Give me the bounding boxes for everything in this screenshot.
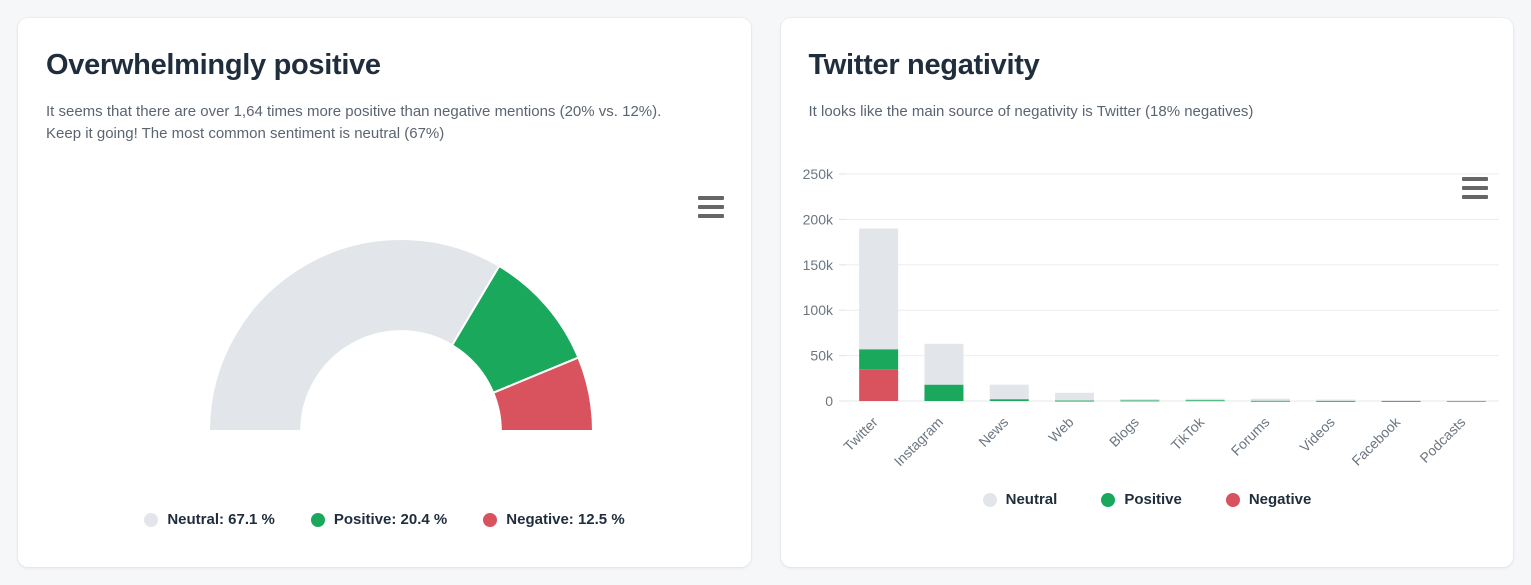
x-tick-label-tiktok: TikTok (1167, 413, 1207, 453)
sentiment-gauge-plot (18, 149, 751, 449)
x-tick-label-instagram: Instagram (890, 414, 945, 469)
legend-swatch-negative (1225, 492, 1240, 507)
y-tick-label: 50k (810, 348, 834, 364)
bar-segment-web-positive[interactable] (1054, 400, 1094, 402)
legend-label-positive: Positive (1124, 491, 1182, 508)
bar-segment-tiktok-neutral[interactable] (1185, 398, 1225, 401)
bar-segment-blogs-positive[interactable] (1119, 400, 1159, 402)
bar-segment-twitter-positive[interactable] (858, 349, 898, 370)
y-tick-label: 100k (802, 302, 833, 318)
legend-item-negative[interactable]: Negative: 12.5 % (483, 511, 625, 528)
bar-legend: Neutral Positive Negative (781, 491, 1514, 508)
gauge-slices (207, 237, 595, 432)
legend-item-positive[interactable]: Positive: 20.4 % (310, 511, 448, 528)
y-tick-label: 150k (802, 257, 833, 273)
bar-x-axis: Twitter Instagram News Web Blogs TikTok Forums… (840, 413, 1468, 469)
sentiment-gauge-card: Overwhelmingly positive It seems that th… (18, 18, 751, 567)
bar-segment-forums-positive[interactable] (1250, 400, 1290, 402)
x-tick-label-web: Web (1045, 414, 1077, 446)
bar-columns (858, 228, 1486, 402)
x-tick-label-forums: Forums (1227, 414, 1272, 459)
x-tick-label-news: News (975, 414, 1011, 450)
legend-item-negative[interactable]: Negative (1225, 491, 1312, 508)
y-tick-label: 200k (802, 211, 833, 227)
legend-label-neutral: Neutral: 67.1 % (167, 511, 275, 528)
legend-label-negative: Negative (1248, 491, 1312, 508)
dashboard-page: Overwhelmingly positive It seems that th… (0, 0, 1531, 585)
bar-segment-web-neutral[interactable] (1054, 392, 1094, 401)
left-card-description: It seems that there are over 1,64 times … (46, 103, 662, 143)
bar-segment-facebook-neutral[interactable] (1381, 400, 1421, 402)
x-tick-label-videos: Videos (1296, 414, 1337, 455)
legend-swatch-neutral (982, 492, 997, 507)
bar-segment-podcasts-neutral[interactable] (1446, 400, 1486, 402)
bar-y-axis: 0 50k 100k 150k 200k 250k (802, 166, 846, 409)
x-tick-label-facebook: Facebook (1348, 413, 1403, 468)
gauge-svg (207, 237, 595, 432)
x-tick-label-twitter: Twitter (840, 414, 881, 455)
bar-segment-twitter-neutral[interactable] (858, 228, 898, 350)
legend-swatch-neutral (144, 512, 159, 527)
gauge-slice-neutral[interactable] (207, 237, 501, 432)
legend-label-positive: Positive: 20.4 % (333, 511, 448, 528)
x-tick-label-podcasts: Podcasts (1416, 414, 1468, 466)
legend-swatch-negative (483, 512, 498, 527)
bar-segment-blogs-neutral[interactable] (1119, 399, 1159, 401)
legend-label-negative: Negative: 12.5 % (506, 511, 625, 528)
bar-segment-videos-neutral[interactable] (1315, 399, 1355, 401)
left-card-title: Overwhelmingly positive (46, 49, 381, 81)
legend-item-neutral[interactable]: Neutral (982, 491, 1058, 508)
right-card-description: It looks like the main source of negativ… (808, 103, 1254, 121)
bar-segment-news-positive[interactable] (989, 399, 1029, 401)
bar-segment-twitter-negative[interactable] (858, 369, 898, 401)
gauge-legend: Neutral: 67.1 % Positive: 20.4 % Negativ… (18, 511, 751, 528)
legend-swatch-positive (1101, 492, 1116, 507)
y-tick-label: 250k (802, 166, 833, 182)
bar-segment-instagram-neutral[interactable] (923, 343, 963, 385)
right-card-title: Twitter negativity (808, 49, 1040, 81)
source-sentiment-plot: 0 50k 100k 150k 200k 250k Twitter Instagram New… (781, 158, 1514, 478)
bar-chart-svg: 0 50k 100k 150k 200k 250k Twitter Instagram New… (802, 166, 1499, 469)
bar-segment-instagram-positive[interactable] (923, 384, 963, 401)
bar-segment-tiktok-positive[interactable] (1185, 400, 1225, 402)
source-sentiment-card: Twitter negativity It looks like the mai… (780, 18, 1514, 567)
legend-swatch-positive (310, 512, 325, 527)
legend-item-neutral[interactable]: Neutral: 67.1 % (144, 511, 275, 528)
y-tick-label: 0 (825, 393, 833, 409)
bar-segment-forums-neutral[interactable] (1250, 398, 1290, 401)
legend-label-neutral: Neutral (1005, 491, 1058, 508)
bar-segment-videos-positive[interactable] (1315, 400, 1355, 402)
x-tick-label-blogs: Blogs (1105, 414, 1141, 450)
bar-segment-news-neutral[interactable] (989, 384, 1029, 400)
legend-item-positive[interactable]: Positive (1101, 491, 1182, 508)
